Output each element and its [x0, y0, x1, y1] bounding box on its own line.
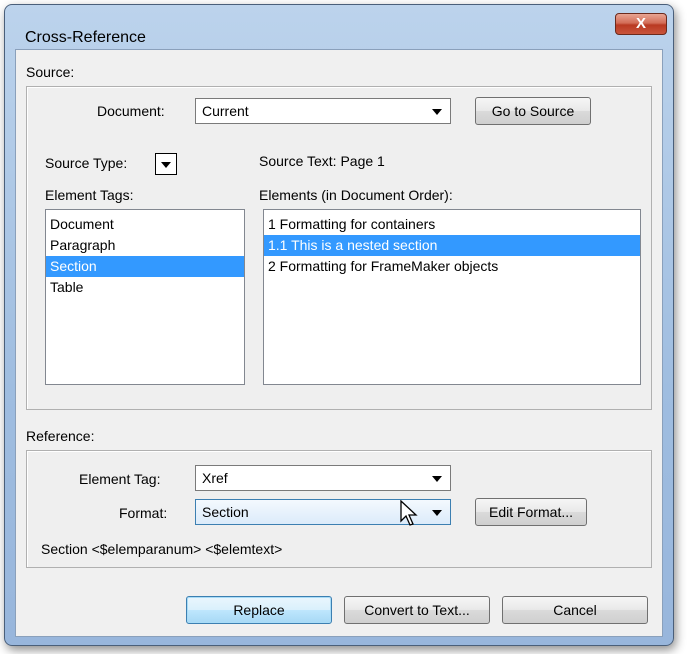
source-section-label: Source: [26, 64, 75, 80]
edit-format-button[interactable]: Edit Format... [475, 498, 587, 526]
cross-reference-dialog: Cross-Reference X Source: Document: Curr… [4, 4, 674, 646]
source-group: Document: Current Go to Source Source Ty… [26, 86, 652, 410]
source-text-value: Page 1 [340, 153, 385, 169]
source-type-dropdown[interactable] [155, 153, 177, 175]
element-tags-list[interactable]: Document Paragraph Section Table [45, 209, 245, 385]
replace-button[interactable]: Replace [186, 596, 332, 624]
source-text-label: Source Text: Page 1 [259, 153, 385, 169]
element-tag-dropdown-value: Xref [202, 470, 228, 486]
dialog-title: Cross-Reference [25, 29, 146, 46]
mouse-cursor-icon [400, 500, 418, 526]
reference-section-label: Reference: [26, 428, 95, 444]
document-label: Document: [97, 103, 165, 119]
close-button[interactable]: X [615, 13, 667, 35]
format-dropdown-value: Section [202, 504, 249, 520]
reference-group: Element Tag: Xref Format: Section Edit F… [26, 450, 652, 568]
elements-label: Elements (in Document Order): [259, 187, 453, 203]
list-item[interactable]: Document [46, 214, 244, 235]
source-text-caption: Source Text: [259, 153, 337, 169]
list-item[interactable]: 2 Formatting for FrameMaker objects [264, 256, 640, 277]
element-tag-label: Element Tag: [79, 471, 161, 487]
format-label: Format: [119, 505, 168, 521]
cancel-button[interactable]: Cancel [502, 596, 648, 624]
dialog-body: Source: Document: Current Go to Source S… [15, 49, 663, 637]
chevron-down-icon [161, 162, 171, 168]
format-string-text: Section <$elemparanum> <$elemtext> [41, 541, 283, 557]
element-tags-label: Element Tags: [45, 187, 134, 203]
source-type-label: Source Type: [45, 155, 128, 171]
go-to-source-button[interactable]: Go to Source [475, 97, 591, 125]
document-dropdown-value: Current [202, 103, 249, 119]
convert-to-text-button[interactable]: Convert to Text... [344, 596, 490, 624]
chevron-down-icon [432, 109, 442, 115]
element-tag-dropdown[interactable]: Xref [195, 465, 451, 491]
list-item[interactable]: 1 Formatting for containers [264, 214, 640, 235]
list-item[interactable]: Section [46, 256, 244, 277]
list-item[interactable]: Paragraph [46, 235, 244, 256]
list-item[interactable]: 1.1 This is a nested section [264, 235, 640, 256]
chevron-down-icon [432, 476, 442, 482]
chevron-down-icon [432, 510, 442, 516]
document-dropdown[interactable]: Current [195, 98, 451, 124]
elements-list[interactable]: 1 Formatting for containers 1.1 This is a… [263, 209, 641, 385]
list-item[interactable]: Table [46, 277, 244, 298]
